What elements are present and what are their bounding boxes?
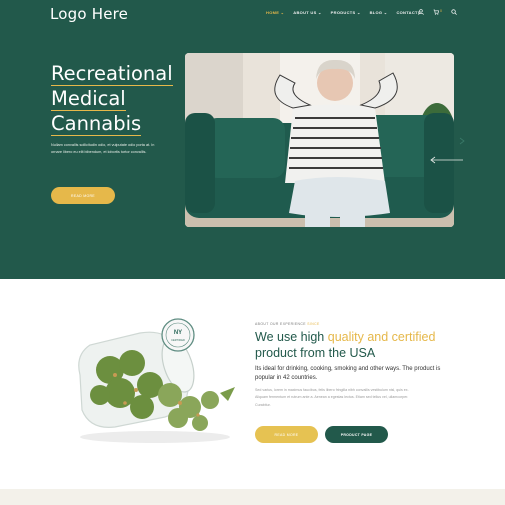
hero-read-more-button[interactable]: READ MORE (51, 187, 115, 204)
about-read-more-button[interactable]: READ MORE (255, 426, 318, 443)
product-page-button[interactable]: PRODUCT PAGE (325, 426, 388, 443)
nav-item-about[interactable]: ABOUT US ⌄ (293, 10, 321, 15)
woman-on-sofa-image (185, 53, 454, 227)
slider-arrow-icon[interactable] (430, 156, 464, 164)
headline-line-3: Cannabis (51, 112, 142, 136)
hero-headline: Recreational Medical Cannabis (51, 61, 191, 136)
stamp-text-certified: CERTIFIED (171, 338, 185, 342)
nav-item-home[interactable]: HOME ⌄ (266, 10, 284, 15)
headline-line-2: Medical (51, 87, 126, 111)
header-icons: 0 (418, 9, 457, 15)
hero-section: Logo Here HOME ⌄ ABOUT US ⌄ PRODUCTS ⌄ B… (0, 0, 505, 279)
about-heading: We use high quality and certified produc… (255, 330, 436, 360)
search-icon[interactable] (451, 9, 457, 15)
about-section: NY CERTIFIED ABOUT OUR EXPERIENCE SINCE … (0, 279, 505, 489)
site-logo[interactable]: Logo Here (50, 5, 128, 23)
cannabis-jar-image: NY CERTIFIED (78, 318, 235, 443)
cart-button[interactable]: 0 (433, 9, 442, 15)
stamp-text-ny: NY (174, 330, 182, 336)
about-subtext: Its ideal for drinking, cooking, smoking… (255, 366, 441, 381)
cart-count: 0 (440, 9, 442, 13)
next-section-strip (0, 489, 505, 505)
about-body: Sed varius, lorem in maximus faucibus, f… (255, 388, 409, 407)
nav-item-products[interactable]: PRODUCTS ⌄ (331, 10, 361, 15)
hero-description: Nullam convallis sollicitudin odio, et v… (51, 143, 155, 155)
cart-icon (433, 9, 439, 15)
main-nav: HOME ⌄ ABOUT US ⌄ PRODUCTS ⌄ BLOG ⌄ CONT… (266, 10, 421, 15)
hero-photo (185, 53, 454, 227)
about-eyebrow: ABOUT OUR EXPERIENCE SINCE (255, 322, 320, 326)
headline-line-1: Recreational (51, 62, 173, 86)
nav-item-blog[interactable]: BLOG ⌄ (370, 10, 388, 15)
slider-next-icon[interactable] (459, 137, 465, 145)
user-icon[interactable] (418, 9, 424, 15)
